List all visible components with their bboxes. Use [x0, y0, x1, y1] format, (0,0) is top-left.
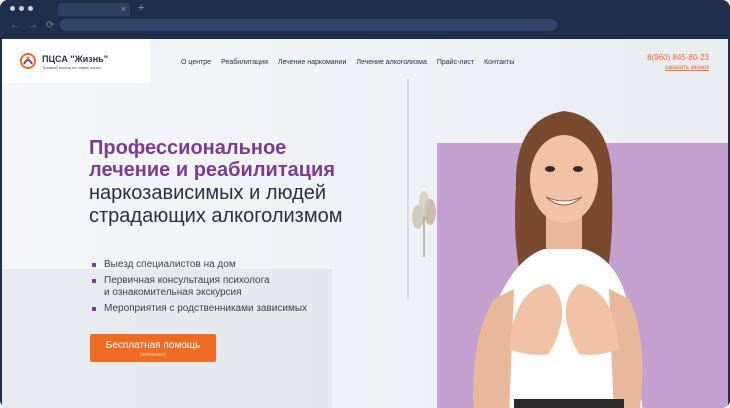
browser-chrome: × + ← → ⟳ — [0, 0, 730, 38]
nav-item-alcohol-treatment[interactable]: Лечение алкоголизма — [356, 59, 426, 66]
nav-item-drug-treatment[interactable]: Лечение наркомании — [278, 59, 347, 66]
logo-tagline: Трезвый взгляд на новую жизнь — [42, 65, 102, 70]
bullet-item: Выезд специалистов на дом — [92, 259, 307, 271]
free-help-button[interactable]: Бесплатная помощь (анонимно) — [90, 334, 216, 362]
cta-sub: (анонимно) — [139, 352, 167, 358]
nav-item-prices[interactable]: Прайс-лист — [437, 59, 474, 66]
hero-bullets: Выезд специалистов на дом Первичная конс… — [92, 259, 307, 319]
nav-item-about[interactable]: О центре — [181, 59, 211, 66]
minimize-dot[interactable] — [19, 6, 24, 11]
logo-icon — [20, 53, 36, 69]
main-nav: О центре Реабилитация Лечение наркомании… — [181, 59, 514, 66]
bullet-item: Первичная консультация психолога и ознак… — [92, 275, 307, 299]
hero-subtitle-line1: наркозависимых и людей — [89, 182, 327, 204]
bullet-text: Первичная консультация психолога — [104, 275, 270, 286]
hero-title-line2: лечение и реабилитация — [89, 159, 335, 181]
bullet-item: Мероприятия с родственниками зависимых — [92, 303, 307, 315]
new-tab-icon[interactable]: + — [138, 2, 144, 14]
bullet-text-cont: и ознакомительная экскурсия — [104, 287, 242, 298]
maximize-dot[interactable] — [28, 6, 33, 11]
cta-label: Бесплатная помощь — [105, 340, 201, 351]
browser-window: × + ← → ⟳ ПЦСА "Жизнь" Трезвый взгляд на… — [0, 0, 730, 408]
nav-item-rehab[interactable]: Реабилитация — [221, 59, 268, 66]
address-bar[interactable] — [60, 19, 557, 31]
nav-item-contacts[interactable]: Контакты — [484, 59, 514, 66]
woman-portrait — [473, 111, 643, 408]
hero-title-line1: Профессиональное — [89, 137, 287, 159]
window-controls — [10, 6, 33, 11]
phone-number[interactable]: 8(960) 845-80-23 — [647, 53, 709, 62]
browser-nav: ← → ⟳ — [10, 20, 54, 32]
back-icon[interactable]: ← — [10, 20, 20, 32]
logo-name: ПЦСА "Жизнь" — [42, 54, 108, 64]
reload-icon[interactable]: ⟳ — [46, 20, 54, 32]
tab-close-icon[interactable]: × — [121, 4, 126, 15]
callback-link[interactable]: заказать звонок — [665, 65, 709, 71]
browser-tab[interactable]: × — [58, 3, 130, 16]
page-viewport: ПЦСА "Жизнь" Трезвый взгляд на новую жиз… — [2, 39, 728, 408]
forward-icon[interactable]: → — [28, 20, 38, 32]
close-dot[interactable] — [10, 6, 15, 11]
hero-subtitle-line2: страдающих алкоголизмом — [89, 205, 343, 227]
logo[interactable]: ПЦСА "Жизнь" Трезвый взгляд на новую жиз… — [2, 39, 150, 83]
